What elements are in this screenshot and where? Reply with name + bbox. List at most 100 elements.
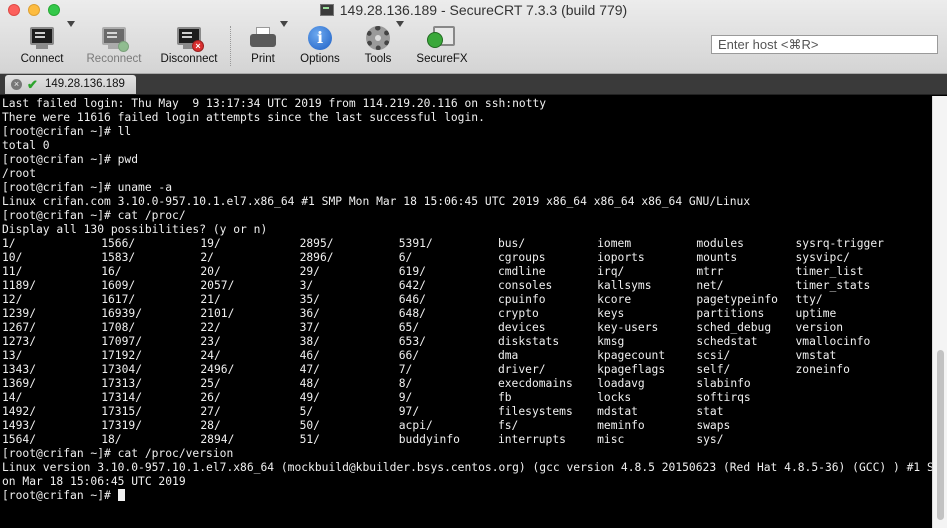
proc-entry: 1239/ <box>2 307 37 320</box>
proc-entry: 20/ <box>200 265 221 278</box>
terminal-cursor <box>117 489 125 501</box>
print-dropdown-arrow-icon[interactable] <box>280 21 288 27</box>
options-button[interactable]: i Options <box>299 26 341 70</box>
terminal-line: There were 11616 failed login attempts s… <box>2 111 485 124</box>
proc-entry: dma <box>497 349 519 362</box>
proc-entry: 2894/ <box>200 433 235 446</box>
proc-entry <box>796 391 895 405</box>
terminal-view[interactable]: Last failed login: Thu May 9 13:17:34 UT… <box>0 96 932 528</box>
proc-entry: 27/ <box>200 405 221 418</box>
proc-entry: net/ <box>696 279 724 292</box>
connect-button[interactable]: Connect <box>20 26 64 70</box>
proc-entry: kmsg <box>597 335 625 348</box>
proc-entry: ioports <box>597 251 645 264</box>
proc-completion-row: 1343/17304/2496/47/7/driver/kpageflags se… <box>2 363 932 377</box>
proc-entry: 48/ <box>299 377 320 390</box>
proc-entry: 19/ <box>200 237 221 250</box>
proc-entry: stat <box>696 405 724 418</box>
proc-entry: 1492/ <box>2 405 37 418</box>
connect-label: Connect <box>20 53 64 65</box>
gear-icon <box>363 26 393 52</box>
proc-entry: 2896/ <box>299 251 334 264</box>
proc-entry: 642/ <box>398 279 426 292</box>
disconnect-button[interactable]: × Disconnect <box>159 26 219 70</box>
proc-entry: cgroups <box>497 251 546 264</box>
options-label: Options <box>300 53 340 65</box>
proc-entry: 9/ <box>398 391 413 404</box>
proc-entry: 6/ <box>398 251 413 264</box>
connected-check-icon: ✔ <box>27 77 38 92</box>
proc-entry: diskstats <box>497 335 560 348</box>
proc-entry: scsi/ <box>696 349 731 362</box>
proc-entry: 619/ <box>398 265 426 278</box>
proc-entry: crypto <box>497 307 539 320</box>
proc-entry: 17314/ <box>101 391 142 404</box>
proc-entry: 1617/ <box>101 293 136 306</box>
window-title: 149.28.136.189 - SecureCRT 7.3.3 (build … <box>339 2 628 18</box>
proc-entry: interrupts <box>497 433 566 446</box>
proc-entry: buddyinfo <box>398 433 460 446</box>
terminal-line: [root@crifan ~]# uname -a <box>2 181 173 194</box>
enter-host-input[interactable] <box>711 35 938 54</box>
proc-entry: kcore <box>597 293 632 306</box>
reconnect-icon <box>99 26 129 52</box>
terminal-prompt-line: [root@crifan ~]# <box>2 489 932 503</box>
connect-dropdown-arrow-icon[interactable] <box>67 21 75 27</box>
proc-entry: timer_list <box>795 265 864 278</box>
proc-entry: 648/ <box>398 307 426 320</box>
proc-completion-row: 1/1566/19/2895/5391/bus/iomem modules sysr… <box>2 237 932 251</box>
terminal-line: [root@crifan ~]# pwd <box>2 153 139 166</box>
proc-entry: 1566/ <box>101 237 136 250</box>
proc-entry: kpageflags <box>597 363 666 376</box>
proc-completion-row: 1267/1708/22/37/65/devices key-users sched… <box>2 321 932 335</box>
proc-entry: fb <box>497 391 512 404</box>
proc-entry: 2496/ <box>200 363 235 376</box>
terminal-line: on Mar 18 15:06:45 UTC 2019 <box>2 475 186 488</box>
proc-entry: 1564/ <box>2 433 37 446</box>
proc-entry: driver/ <box>497 363 546 376</box>
proc-entry: sched_debug <box>696 321 772 334</box>
toolbar-separator <box>230 26 231 66</box>
proc-entry: 653/ <box>398 335 426 348</box>
proc-entry: 12/ <box>2 293 23 306</box>
proc-entry: 23/ <box>200 335 221 348</box>
proc-entry: 5391/ <box>398 237 433 250</box>
securefx-button[interactable]: SecureFX <box>416 26 468 70</box>
scrollbar-thumb[interactable] <box>937 350 944 520</box>
proc-entry: fs/ <box>497 419 519 432</box>
reconnect-button[interactable]: Reconnect <box>86 26 142 70</box>
session-tab-bar: × ✔ 149.28.136.189 <box>0 74 947 95</box>
proc-entry: 66/ <box>398 349 420 362</box>
tools-button[interactable]: Tools <box>362 26 394 70</box>
disconnect-label: Disconnect <box>160 53 218 65</box>
tools-dropdown-arrow-icon[interactable] <box>396 21 404 27</box>
proc-entry: mounts <box>696 251 738 264</box>
proc-entry: 13/ <box>2 349 23 362</box>
print-button[interactable]: Print <box>247 26 279 70</box>
proc-entry: locks <box>597 391 632 404</box>
proc-entry: self/ <box>696 363 731 376</box>
proc-entry: 16/ <box>101 265 122 278</box>
proc-entry: 3/ <box>299 279 314 292</box>
proc-entry: 51/ <box>299 433 320 446</box>
proc-entry: 24/ <box>200 349 221 362</box>
proc-entry: timer_stats <box>795 279 871 292</box>
proc-entry: 14/ <box>2 391 23 404</box>
proc-entry: 28/ <box>200 419 221 432</box>
proc-entry: 50/ <box>299 419 320 432</box>
close-tab-icon[interactable]: × <box>11 79 22 90</box>
terminal-scrollbar[interactable] <box>932 96 947 528</box>
proc-entry: consoles <box>497 279 553 292</box>
terminal-line: [root@crifan ~]# cat /proc/version <box>2 447 234 460</box>
session-tab[interactable]: × ✔ 149.28.136.189 <box>5 75 136 94</box>
proc-entry: misc <box>597 433 625 446</box>
proc-entry: mtrr <box>696 265 724 278</box>
proc-entry: 26/ <box>200 391 221 404</box>
proc-completion-row: 1239/16939/2101/36/648/crypto keys partiti… <box>2 307 932 321</box>
proc-entry: 1/ <box>2 237 16 250</box>
proc-entry: meminfo <box>597 419 645 432</box>
proc-entry: sysrq-trigger <box>795 237 884 250</box>
terminal-line: [root@crifan ~]# cat /proc/ <box>2 209 186 222</box>
proc-entry: modules <box>696 237 744 250</box>
proc-entry: cpuinfo <box>497 293 546 306</box>
